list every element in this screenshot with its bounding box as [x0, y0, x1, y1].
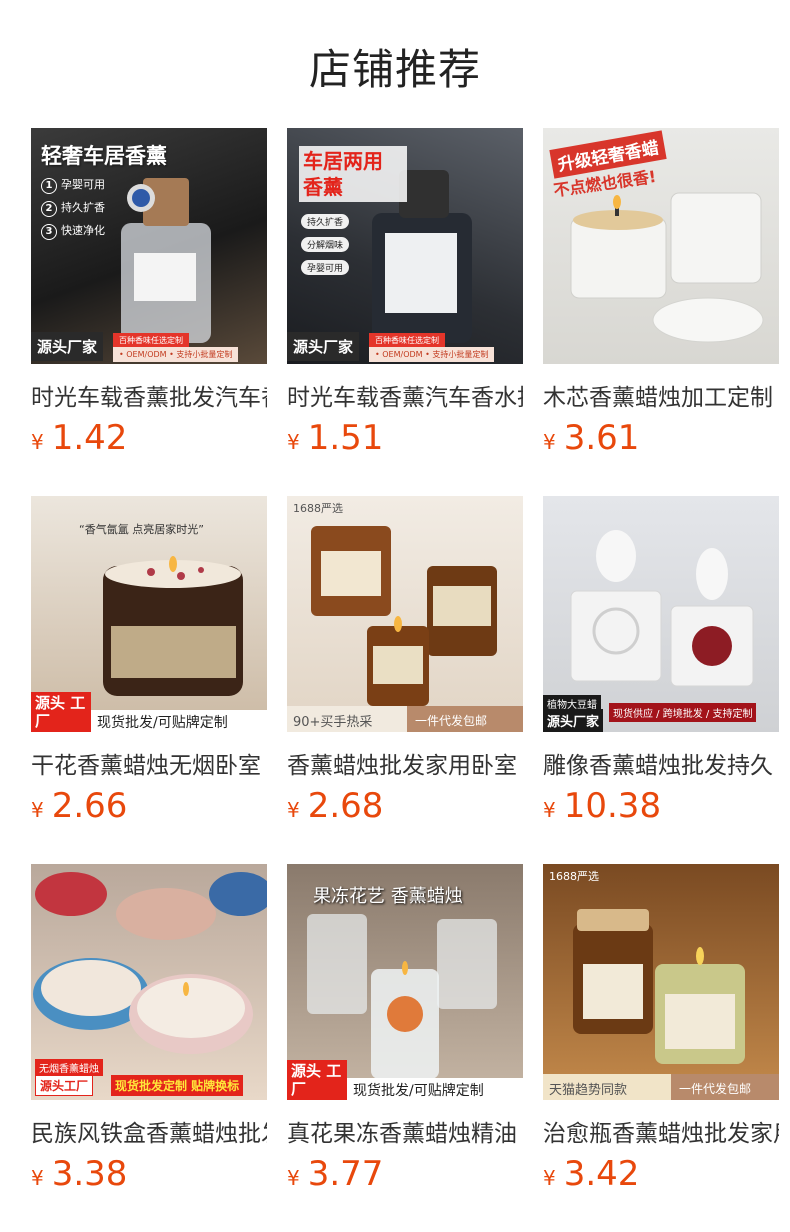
feature-text: 持久扩香	[61, 201, 105, 214]
product-image[interactable]: “香气氤氲 点亮居家时光” 源头 工厂 现货批发/可贴牌定制	[31, 496, 267, 732]
feature-pill: 持久扩香	[301, 214, 350, 229]
product-card[interactable]: 植物大豆蜡 源头厂家 现货供应 / 跨境批发 / 支持定制 雕像香薰蜡烛批发持久…	[543, 496, 779, 826]
factory-badge: 源头工厂	[35, 1075, 94, 1096]
product-card[interactable]: 升级轻奢香蜡 不点燃也很香! 木芯香薰蜡烛加工定制 ¥3.61	[543, 128, 779, 458]
product-price: ¥10.38	[543, 786, 662, 826]
product-price: ¥2.68	[287, 786, 384, 826]
product-price: ¥1.42	[31, 418, 128, 458]
product-price: ¥3.42	[543, 1154, 640, 1194]
promo-tag: 现货批发/可贴牌定制	[91, 710, 267, 732]
product-card[interactable]: “香气氤氲 点亮居家时光” 源头 工厂 现货批发/可贴牌定制 干花香薰蜡烛无烟卧…	[31, 496, 267, 826]
product-price: ¥3.38	[31, 1154, 128, 1194]
product-price: ¥3.77	[287, 1154, 384, 1194]
product-name[interactable]: 香薰蜡烛批发家用卧室	[287, 746, 523, 780]
candle-jar-icon	[311, 526, 497, 706]
factory-badge: 源头 工厂	[31, 692, 91, 732]
feature-pill: 孕婴可用	[301, 260, 350, 275]
product-card[interactable]: 轻奢车居香薰 1 孕婴可用 2 持久扩香 3 快速净化 源头厂家 百种香味任选定制 •…	[31, 128, 267, 458]
promo-tag: 现货批发定制 贴牌换标	[111, 1075, 244, 1096]
promo-tag: 现货批发/可贴牌定制	[347, 1078, 523, 1100]
product-name[interactable]: 时光车载香薰汽车香水批发	[287, 378, 523, 412]
product-name[interactable]: 民族风铁盒香薰蜡烛批发	[31, 1114, 267, 1148]
product-image[interactable]: 轻奢车居香薰 1 孕婴可用 2 持久扩香 3 快速净化 源头厂家 百种香味任选定制 •…	[31, 128, 267, 364]
selection-badge: 1688严选	[293, 502, 343, 515]
factory-badge: 源头厂家	[287, 332, 360, 361]
promo-tag: 现货供应 / 跨境批发 / 支持定制	[609, 703, 757, 722]
trend-tag: 天猫趋势同款	[543, 1074, 671, 1100]
product-image[interactable]: 植物大豆蜡 源头厂家 现货供应 / 跨境批发 / 支持定制	[543, 496, 779, 732]
product-name[interactable]: 真花果冻香薰蜡烛精油	[287, 1114, 523, 1148]
product-image[interactable]: 果冻花艺 香薰蜡烛 源头 工厂 现货批发/可贴牌定制	[287, 864, 523, 1100]
image-headline: 车居两用 香薰	[299, 146, 407, 202]
product-name[interactable]: 治愈瓶香薰蜡烛批发家用	[543, 1114, 779, 1148]
factory-badge: 源头厂家	[543, 709, 604, 732]
page-title: 店铺推荐	[308, 45, 481, 94]
product-type-tag: 无烟香薰蜡烛	[35, 1059, 103, 1076]
feature-text: 快速净化	[61, 224, 105, 237]
promo-tag: 百种香味任选定制	[369, 333, 445, 348]
product-name[interactable]: 雕像香薰蜡烛批发持久	[543, 746, 779, 780]
hot-pick-tag: 90+买手热采	[287, 706, 407, 732]
product-card[interactable]: 果冻花艺 香薰蜡烛 源头 工厂 现货批发/可贴牌定制 真花果冻香薰蜡烛精油 ¥3…	[287, 864, 523, 1194]
product-name[interactable]: 木芯香薰蜡烛加工定制	[543, 378, 779, 412]
product-card[interactable]: 1688严选 90+买手热采 一件代发包邮 香薰蜡烛批发家用卧室 ¥2.68	[287, 496, 523, 826]
product-price: ¥2.66	[31, 786, 128, 826]
image-quote: “香气氤氲 点亮居家时光”	[79, 523, 204, 536]
product-image[interactable]: 无烟香薰蜡烛 源头工厂 现货批发定制 贴牌换标	[31, 864, 267, 1100]
feature-text: 孕婴可用	[61, 178, 105, 191]
product-card[interactable]: 车居两用 香薰 持久扩香 分解烟味 孕婴可用 源头厂家 百种香味任选定制 • O…	[287, 128, 523, 458]
factory-badge: 源头厂家	[31, 332, 104, 361]
feature-pill: 分解烟味	[301, 237, 350, 252]
promo-tag: • OEM/ODM • 支持小批量定制	[113, 347, 239, 362]
image-headline: 轻奢车居香薰	[41, 144, 167, 168]
product-name[interactable]: 干花香薰蜡烛无烟卧室	[31, 746, 267, 780]
product-price: ¥1.51	[287, 418, 384, 458]
image-headline: 果冻花艺 香薰蜡烛	[313, 886, 463, 907]
candle-jar-icon	[573, 909, 745, 1064]
promo-tag: • OEM/ODM • 支持小批量定制	[369, 347, 495, 362]
product-price: ¥3.61	[543, 418, 640, 458]
factory-badge: 源头 工厂	[287, 1060, 347, 1100]
dropship-tag: 一件代发包邮	[407, 706, 523, 732]
product-image[interactable]: 1688严选 天猫趋势同款 一件代发包邮	[543, 864, 779, 1100]
product-card[interactable]: 无烟香薰蜡烛 源头工厂 现货批发定制 贴牌换标 民族风铁盒香薰蜡烛批发 ¥3.3…	[31, 864, 267, 1194]
promo-tag: 百种香味任选定制	[113, 333, 189, 348]
selection-badge: 1688严选	[549, 870, 599, 883]
product-image[interactable]: 升级轻奢香蜡 不点燃也很香!	[543, 128, 779, 364]
product-card[interactable]: 1688严选 天猫趋势同款 一件代发包邮 治愈瓶香薰蜡烛批发家用 ¥3.42	[543, 864, 779, 1194]
dropship-tag: 一件代发包邮	[671, 1074, 779, 1100]
product-image[interactable]: 车居两用 香薰 持久扩香 分解烟味 孕婴可用 源头厂家 百种香味任选定制 • O…	[287, 128, 523, 364]
product-image[interactable]: 1688严选 90+买手热采 一件代发包邮	[287, 496, 523, 732]
product-name[interactable]: 时光车载香薰批发汽车香水	[31, 378, 267, 412]
